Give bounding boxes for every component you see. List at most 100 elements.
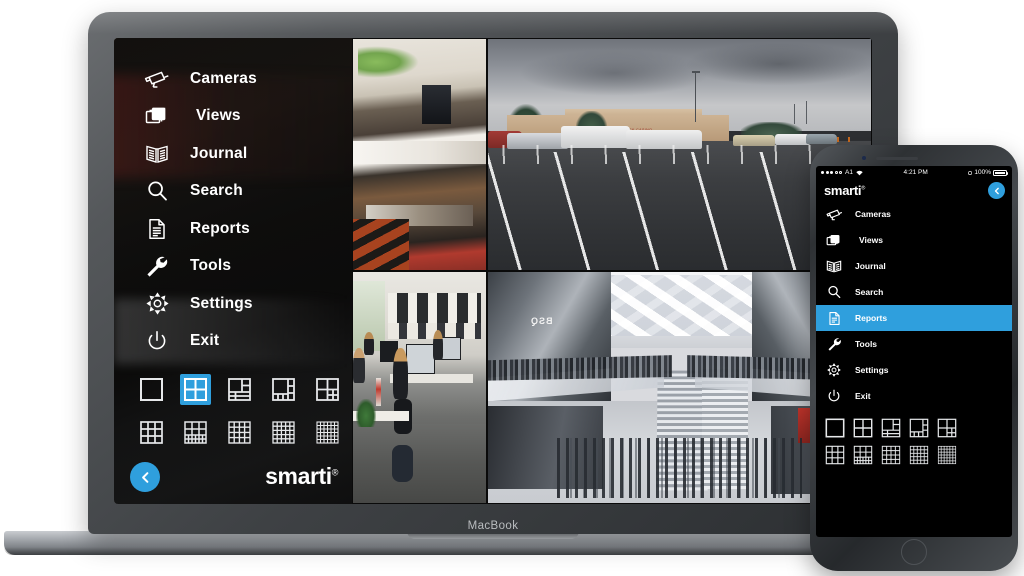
layout-1plus7[interactable] [268,374,299,405]
layout-1x1[interactable] [136,374,167,405]
camera-feed-image [353,39,486,270]
earpiece-speaker [876,157,918,160]
back-button[interactable] [988,182,1005,199]
sidebar-item-search[interactable]: Search [114,173,352,211]
feed-detail [355,399,376,427]
camera-tile-office[interactable] [352,271,487,504]
layout-1plus5[interactable] [881,418,901,438]
layout-3plus8[interactable] [180,417,211,448]
layout-1plus5[interactable] [224,374,255,405]
menu-item-label: Settings [855,365,889,375]
sidebar-item-views[interactable]: Views [114,98,352,136]
home-button[interactable] [901,539,927,565]
document-icon [824,310,844,326]
feed-detail [391,445,413,483]
power-icon [140,328,174,354]
front-camera-icon [862,156,866,160]
feed-detail [556,438,803,499]
feed-detail [375,378,381,406]
menu-item-label: Views [859,235,883,245]
menu-item-label: Journal [855,261,886,271]
layout-4x4[interactable] [268,417,299,448]
feed-detail [836,137,839,143]
menu-item-journal[interactable]: Journal [816,253,1012,279]
feed-detail [691,71,700,123]
menu-item-label: Tools [855,339,878,349]
layout-4x4-mixed[interactable] [881,445,901,465]
menu-item-cameras[interactable]: Cameras [816,201,1012,227]
layout-2x2[interactable] [853,418,873,438]
layout-2plus4[interactable] [312,374,343,405]
layout-4x4[interactable] [909,445,929,465]
feed-detail [432,329,444,360]
document-icon [140,216,174,242]
sidebar-item-label: Exit [190,332,220,350]
signal-strength-icon [821,171,842,174]
iphone-device: A1 4:21 PM 100% smarti® Cameras Views Jo… [810,145,1018,571]
layout-3plus8[interactable] [853,445,873,465]
gear-icon [140,291,174,317]
back-button[interactable] [130,462,160,492]
sidebar-item-exit[interactable]: Exit [114,323,352,361]
laptop-sidebar: Cameras Views Journal Search Reports Too… [114,38,352,504]
macbook-screen: Cameras Views Journal Search Reports Too… [114,38,872,504]
sidebar-item-label: Cameras [190,69,257,87]
sidebar-item-label: Settings [190,294,253,312]
wrench-icon [824,336,844,352]
app-logo: smarti® [265,463,338,489]
gear-icon [824,362,844,378]
sidebar-item-label: Journal [190,144,248,162]
feed-detail [353,219,409,270]
back-chevron-icon [993,187,1001,195]
menu-item-views[interactable]: Views [816,227,1012,253]
camera-tile-mall-upper-level[interactable] [352,38,487,271]
sidebar-item-journal[interactable]: Journal [114,135,352,173]
laptop-nav-menu: Cameras Views Journal Search Reports Too… [114,38,352,360]
feed-detail [387,292,481,323]
feed-detail [363,332,375,356]
app-logo: smarti® [824,182,865,198]
sidebar-item-tools[interactable]: Tools [114,248,352,286]
layout-6x6[interactable] [312,417,343,448]
feed-detail [353,424,486,503]
feed-detail [422,85,452,125]
layout-1x1[interactable] [825,418,845,438]
layout-4x4-mixed[interactable] [224,417,255,448]
layout-2x2[interactable] [180,374,211,405]
layout-1plus7[interactable] [909,418,929,438]
layout-3x3[interactable] [136,417,167,448]
scene-root: Cameras Views Journal Search Reports Too… [0,0,1024,576]
menu-item-label: Search [855,287,884,297]
carrier-label: A1 [845,169,853,176]
menu-item-tools[interactable]: Tools [816,331,1012,357]
layout-row-1 [136,374,352,405]
menu-item-settings[interactable]: Settings [816,357,1012,383]
sidebar-item-label: Reports [190,219,250,237]
video-wall-row-top: CASL ROCK CASINO [352,38,872,271]
feed-detail [406,343,436,374]
layers-icon [824,232,844,248]
sidebar-item-settings[interactable]: Settings [114,285,352,323]
sidebar-item-reports[interactable]: Reports [114,210,352,248]
sidebar-item-cameras[interactable]: Cameras [114,60,352,98]
magnifier-icon [140,178,174,204]
feed-detail [805,133,837,145]
layout-row-1 [825,418,1012,438]
menu-item-label: Exit [855,391,871,401]
menu-item-label: Cameras [855,209,891,219]
alarm-icon [968,170,973,176]
back-chevron-icon [139,471,152,484]
layout-6x6[interactable] [937,445,957,465]
device-model-label: MacBook [467,520,519,532]
phone-nav-menu: Cameras Views Journal Search Reports Too… [816,201,1012,409]
phone-header: smarti® [816,179,1012,201]
layout-3x3[interactable] [825,445,845,465]
layout-2plus4[interactable] [937,418,957,438]
iphone-body: A1 4:21 PM 100% smarti® Cameras Views Jo… [810,145,1018,571]
menu-item-exit[interactable]: Exit [816,383,1012,409]
wifi-icon [856,170,863,176]
menu-item-search[interactable]: Search [816,279,1012,305]
menu-item-reports[interactable]: Reports [816,305,1012,331]
battery-percent-label: 100% [974,169,991,176]
sidebar-item-label: Views [196,107,241,125]
